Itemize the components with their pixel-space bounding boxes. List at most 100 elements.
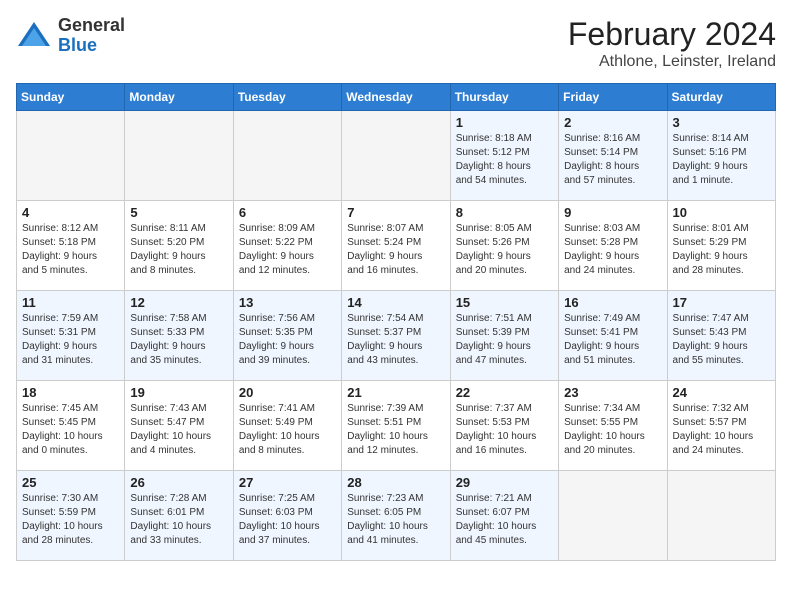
day-info: Sunrise: 8:03 AMSunset: 5:28 PMDaylight:… xyxy=(564,222,661,278)
header-day-sunday: Sunday xyxy=(17,84,125,111)
day-info: Sunrise: 8:01 AMSunset: 5:29 PMDaylight:… xyxy=(673,222,770,278)
day-info: Sunrise: 7:45 AMSunset: 5:45 PMDaylight:… xyxy=(22,402,119,458)
header-day-tuesday: Tuesday xyxy=(233,84,341,111)
day-number: 24 xyxy=(673,385,770,400)
calendar-cell: 27 Sunrise: 7:25 AMSunset: 6:03 PMDayligh… xyxy=(233,471,341,561)
calendar-cell: 21Sunrise: 7:39 AMSunset: 5:51 PMDayligh… xyxy=(342,381,450,471)
calendar-cell xyxy=(667,471,775,561)
day-number: 19 xyxy=(130,385,227,400)
day-info: Sunrise: 7:34 AMSunset: 5:55 PMDaylight:… xyxy=(564,402,661,458)
day-info: Sunrise: 7:25 AMSunset: 6:03 PMDaylight:… xyxy=(239,492,336,548)
day-number: 12 xyxy=(130,295,227,310)
day-number: 29 xyxy=(456,475,553,490)
day-number: 17 xyxy=(673,295,770,310)
calendar-cell: 11 Sunrise: 7:59 AMSunset: 5:31 PMDayligh… xyxy=(17,291,125,381)
day-info: Sunrise: 7:39 AMSunset: 5:51 PMDaylight:… xyxy=(347,402,444,458)
title-area: February 2024 Athlone, Leinster, Ireland xyxy=(568,16,776,71)
calendar-cell: 16 Sunrise: 7:49 AMSunset: 5:41 PMDayligh… xyxy=(559,291,667,381)
calendar-cell: 24 Sunrise: 7:32 AMSunset: 5:57 PMDayligh… xyxy=(667,381,775,471)
day-number: 4 xyxy=(22,205,119,220)
day-info: Sunrise: 8:16 AMSunset: 5:14 PMDaylight:… xyxy=(564,132,661,188)
day-info: Sunrise: 7:59 AMSunset: 5:31 PMDaylight:… xyxy=(22,312,119,368)
day-number: 28 xyxy=(347,475,444,490)
day-number: 7 xyxy=(347,205,444,220)
calendar-cell: 12 Sunrise: 7:58 AMSunset: 5:33 PMDayligh… xyxy=(125,291,233,381)
calendar-week-5: 25 Sunrise: 7:30 AMSunset: 5:59 PMDayligh… xyxy=(17,471,776,561)
calendar-table: SundayMondayTuesdayWednesdayThursdayFrid… xyxy=(16,83,776,561)
calendar-cell: 2 Sunrise: 8:16 AMSunset: 5:14 PMDaylight… xyxy=(559,111,667,201)
header: General Blue February 2024 Athlone, Lein… xyxy=(16,16,776,71)
calendar-cell: 4 Sunrise: 8:12 AMSunset: 5:18 PMDaylight… xyxy=(17,201,125,291)
day-number: 26 xyxy=(130,475,227,490)
calendar-cell: 19 Sunrise: 7:43 AMSunset: 5:47 PMDayligh… xyxy=(125,381,233,471)
header-day-thursday: Thursday xyxy=(450,84,558,111)
calendar-cell: 25 Sunrise: 7:30 AMSunset: 5:59 PMDayligh… xyxy=(17,471,125,561)
calendar-cell xyxy=(559,471,667,561)
header-day-monday: Monday xyxy=(125,84,233,111)
calendar-cell xyxy=(233,111,341,201)
header-day-wednesday: Wednesday xyxy=(342,84,450,111)
calendar-cell: 5Sunrise: 8:11 AMSunset: 5:20 PMDaylight… xyxy=(125,201,233,291)
calendar-cell: 9 Sunrise: 8:03 AMSunset: 5:28 PMDaylight… xyxy=(559,201,667,291)
day-info: Sunrise: 7:49 AMSunset: 5:41 PMDaylight:… xyxy=(564,312,661,368)
day-info: Sunrise: 7:54 AMSunset: 5:37 PMDaylight:… xyxy=(347,312,444,368)
day-info: Sunrise: 8:12 AMSunset: 5:18 PMDaylight:… xyxy=(22,222,119,278)
day-info: Sunrise: 7:21 AMSunset: 6:07 PMDaylight:… xyxy=(456,492,553,548)
logo-text: General Blue xyxy=(58,16,125,56)
header-day-saturday: Saturday xyxy=(667,84,775,111)
calendar-cell xyxy=(342,111,450,201)
day-number: 3 xyxy=(673,115,770,130)
day-number: 2 xyxy=(564,115,661,130)
day-number: 20 xyxy=(239,385,336,400)
logo-general-text: General xyxy=(58,16,125,36)
calendar-week-2: 4 Sunrise: 8:12 AMSunset: 5:18 PMDaylight… xyxy=(17,201,776,291)
day-info: Sunrise: 7:23 AMSunset: 6:05 PMDaylight:… xyxy=(347,492,444,548)
day-info: Sunrise: 7:51 AMSunset: 5:39 PMDaylight:… xyxy=(456,312,553,368)
day-info: Sunrise: 8:18 AMSunset: 5:12 PMDaylight:… xyxy=(456,132,553,188)
calendar-body: 1 Sunrise: 8:18 AMSunset: 5:12 PMDaylight… xyxy=(17,111,776,561)
calendar-cell: 26Sunrise: 7:28 AMSunset: 6:01 PMDayligh… xyxy=(125,471,233,561)
day-number: 14 xyxy=(347,295,444,310)
header-row: SundayMondayTuesdayWednesdayThursdayFrid… xyxy=(17,84,776,111)
day-number: 13 xyxy=(239,295,336,310)
calendar-cell: 15 Sunrise: 7:51 AMSunset: 5:39 PMDayligh… xyxy=(450,291,558,381)
logo: General Blue xyxy=(16,16,125,56)
calendar-cell: 28 Sunrise: 7:23 AMSunset: 6:05 PMDayligh… xyxy=(342,471,450,561)
page-title: February 2024 xyxy=(568,16,776,53)
day-number: 16 xyxy=(564,295,661,310)
calendar-cell: 29 Sunrise: 7:21 AMSunset: 6:07 PMDayligh… xyxy=(450,471,558,561)
calendar-cell: 18Sunrise: 7:45 AMSunset: 5:45 PMDayligh… xyxy=(17,381,125,471)
calendar-cell: 7 Sunrise: 8:07 AMSunset: 5:24 PMDaylight… xyxy=(342,201,450,291)
page-subtitle: Athlone, Leinster, Ireland xyxy=(568,53,776,71)
day-info: Sunrise: 7:30 AMSunset: 5:59 PMDaylight:… xyxy=(22,492,119,548)
day-info: Sunrise: 7:37 AMSunset: 5:53 PMDaylight:… xyxy=(456,402,553,458)
day-info: Sunrise: 8:14 AMSunset: 5:16 PMDaylight:… xyxy=(673,132,770,188)
calendar-cell: 22Sunrise: 7:37 AMSunset: 5:53 PMDayligh… xyxy=(450,381,558,471)
day-number: 5 xyxy=(130,205,227,220)
calendar-header: SundayMondayTuesdayWednesdayThursdayFrid… xyxy=(17,84,776,111)
day-info: Sunrise: 7:58 AMSunset: 5:33 PMDaylight:… xyxy=(130,312,227,368)
day-number: 10 xyxy=(673,205,770,220)
calendar-cell xyxy=(125,111,233,201)
day-number: 6 xyxy=(239,205,336,220)
day-info: Sunrise: 7:32 AMSunset: 5:57 PMDaylight:… xyxy=(673,402,770,458)
day-info: Sunrise: 8:07 AMSunset: 5:24 PMDaylight:… xyxy=(347,222,444,278)
day-number: 11 xyxy=(22,295,119,310)
day-info: Sunrise: 8:05 AMSunset: 5:26 PMDaylight:… xyxy=(456,222,553,278)
day-number: 25 xyxy=(22,475,119,490)
calendar-week-3: 11 Sunrise: 7:59 AMSunset: 5:31 PMDayligh… xyxy=(17,291,776,381)
day-info: Sunrise: 7:47 AMSunset: 5:43 PMDaylight:… xyxy=(673,312,770,368)
logo-blue-text: Blue xyxy=(58,36,125,56)
day-number: 15 xyxy=(456,295,553,310)
day-number: 9 xyxy=(564,205,661,220)
day-number: 1 xyxy=(456,115,553,130)
logo-icon xyxy=(16,18,52,54)
calendar-cell: 3 Sunrise: 8:14 AMSunset: 5:16 PMDaylight… xyxy=(667,111,775,201)
calendar-cell: 13Sunrise: 7:56 AMSunset: 5:35 PMDayligh… xyxy=(233,291,341,381)
day-number: 27 xyxy=(239,475,336,490)
calendar-cell: 23Sunrise: 7:34 AMSunset: 5:55 PMDayligh… xyxy=(559,381,667,471)
day-info: Sunrise: 7:41 AMSunset: 5:49 PMDaylight:… xyxy=(239,402,336,458)
day-info: Sunrise: 7:43 AMSunset: 5:47 PMDaylight:… xyxy=(130,402,227,458)
day-number: 8 xyxy=(456,205,553,220)
calendar-week-1: 1 Sunrise: 8:18 AMSunset: 5:12 PMDaylight… xyxy=(17,111,776,201)
